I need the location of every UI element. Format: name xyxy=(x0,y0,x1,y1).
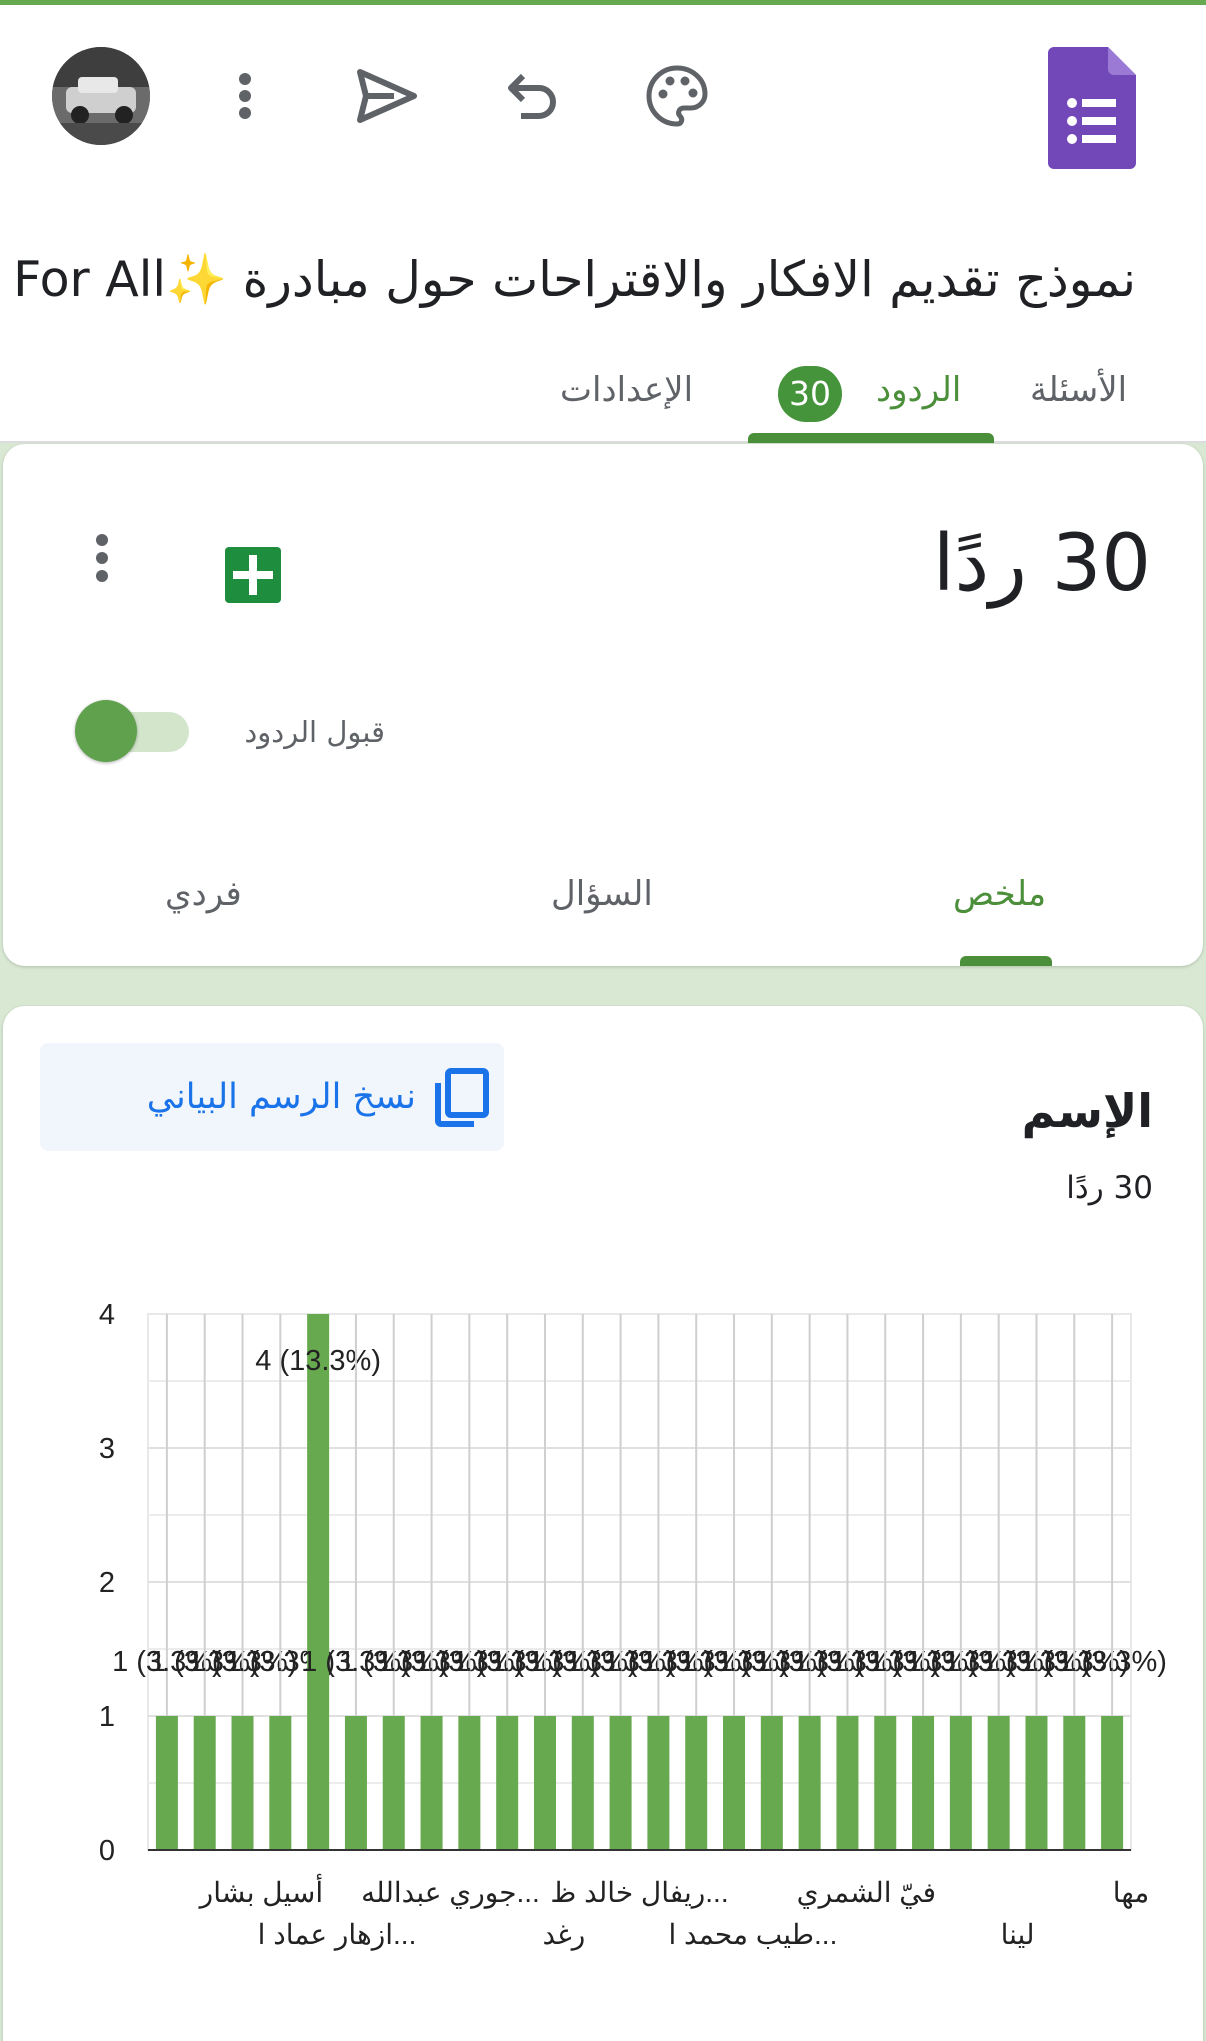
bar xyxy=(723,1716,746,1850)
tab-settings[interactable]: الإعدادات xyxy=(560,365,693,415)
tab-questions[interactable]: الأسئلة xyxy=(1030,365,1127,415)
send-icon[interactable] xyxy=(348,57,426,135)
bar xyxy=(1025,1716,1048,1850)
subtab-summary[interactable]: ملخص xyxy=(953,869,1046,919)
bar xyxy=(760,1716,783,1850)
bar xyxy=(798,1716,821,1850)
question-summary-card: نسخ الرسم البياني الإسم 30 ردًا 1 (3.3%)… xyxy=(3,1006,1203,2041)
bar-data-label: 4 (13.3%) xyxy=(255,1345,381,1377)
form-title[interactable]: نموذج تقديم الافكار والاقتراحات حول مباد… xyxy=(0,240,1136,320)
bar xyxy=(1063,1716,1086,1850)
x-category-label: رغد xyxy=(542,1919,585,1951)
bar xyxy=(609,1716,632,1850)
responses-title: 30 ردًا xyxy=(932,519,1151,609)
bar xyxy=(987,1716,1010,1850)
bar xyxy=(193,1716,216,1850)
bar xyxy=(382,1716,405,1850)
avatar-image xyxy=(52,47,150,145)
bar xyxy=(269,1716,292,1850)
x-category-label: أسيل بشار xyxy=(198,1874,324,1909)
forms-logo-icon[interactable] xyxy=(1048,47,1136,169)
tab-responses[interactable]: الردود xyxy=(876,365,961,415)
y-tick-label: 0 xyxy=(99,1835,115,1867)
y-tick-label: 2 xyxy=(99,1567,115,1599)
bar xyxy=(912,1716,935,1850)
undo-icon[interactable] xyxy=(494,57,572,135)
bar xyxy=(949,1716,972,1850)
x-category-label: فيّ الشمري xyxy=(797,1877,936,1909)
x-category-label: طيب محمد ا... xyxy=(668,1919,837,1950)
avatar[interactable] xyxy=(52,47,150,145)
y-tick-label: 4 xyxy=(99,1299,115,1331)
bar xyxy=(458,1716,481,1850)
bar xyxy=(533,1716,556,1850)
bar xyxy=(155,1716,178,1850)
x-category-label: ريفال خالد ظ... xyxy=(550,1877,728,1909)
bar xyxy=(1101,1716,1124,1850)
more-options-icon[interactable] xyxy=(87,534,117,594)
bar xyxy=(836,1716,859,1850)
bar xyxy=(231,1716,254,1850)
x-category-label: جوري عبدالله... xyxy=(361,1877,540,1909)
bar xyxy=(685,1716,708,1850)
bar-chart: 1 (3.3%)1 (3.3%)1 (3.3%)1 (3.3%)4 (13.3%… xyxy=(99,1299,1167,1951)
accepting-responses-label: قبول الردود xyxy=(244,715,385,749)
y-tick-label: 1 xyxy=(99,1701,115,1733)
x-category-label: مها xyxy=(1113,1877,1149,1909)
bar-data-label: 1 (3.3%) xyxy=(1057,1646,1167,1678)
subtab-indicator xyxy=(960,956,1052,966)
tab-bar: الأسئلة الردود الإعدادات xyxy=(0,345,1206,443)
bar xyxy=(571,1716,594,1850)
bar xyxy=(496,1716,519,1850)
accepting-toggle[interactable] xyxy=(75,700,137,762)
y-tick-label: 3 xyxy=(99,1433,115,1465)
palette-icon[interactable] xyxy=(638,57,716,135)
more-vert-icon[interactable] xyxy=(206,57,284,135)
responses-summary-card: 30 ردًا قبول الردود ملخص السؤال فردي xyxy=(3,444,1203,966)
responses-count-badge: 30 xyxy=(778,366,842,422)
bar xyxy=(344,1716,367,1850)
active-tab-indicator xyxy=(748,433,994,443)
toolbar xyxy=(0,5,1206,190)
bar xyxy=(420,1716,443,1850)
subtab-question[interactable]: السؤال xyxy=(551,869,653,919)
x-category-label: لينا xyxy=(1001,1919,1035,1950)
bar xyxy=(874,1716,897,1850)
subtab-individual[interactable]: فردي xyxy=(165,869,242,919)
bar xyxy=(307,1314,330,1850)
bar xyxy=(647,1716,670,1850)
sheets-icon[interactable] xyxy=(225,547,281,603)
x-category-label: ازهار عماد ا... xyxy=(258,1919,417,1951)
